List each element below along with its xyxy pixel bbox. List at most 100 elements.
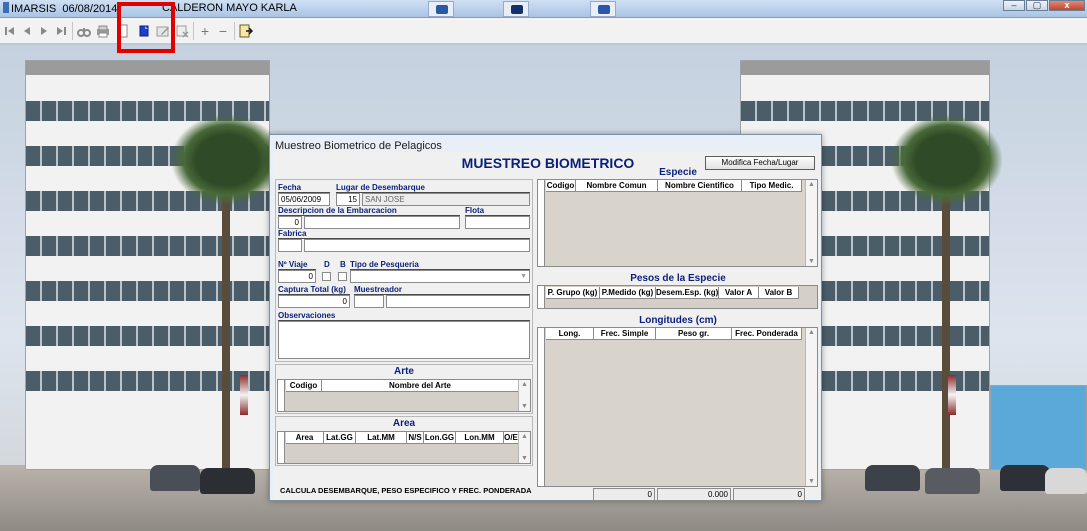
embarcacion-label: Descripcion de la Embarcacion bbox=[278, 206, 460, 216]
arte-col-header: Codigo bbox=[286, 380, 322, 392]
total-frec-simple: 0 bbox=[593, 488, 655, 501]
pesos-title: Pesos de la Especie bbox=[630, 273, 726, 284]
last-record-icon[interactable] bbox=[53, 23, 69, 39]
captura-label: Captura Total (kg) bbox=[278, 285, 350, 295]
total-frec-ponderada: 0 bbox=[733, 488, 805, 501]
area-col-header: Lon.GG bbox=[424, 432, 456, 444]
first-record-icon[interactable] bbox=[2, 23, 18, 39]
car bbox=[1045, 468, 1087, 494]
area-col-header: O/E bbox=[504, 432, 519, 444]
flag bbox=[948, 375, 956, 415]
dropdown-arrow-icon: ▼ bbox=[520, 273, 527, 280]
row-selector bbox=[538, 286, 545, 308]
window-controls: – ▢ x bbox=[1003, 0, 1085, 12]
arte-col-header: Nombre del Arte bbox=[322, 380, 519, 392]
remove-icon[interactable]: − bbox=[215, 23, 231, 39]
fabrica-code-field[interactable] bbox=[278, 239, 302, 252]
car bbox=[925, 468, 980, 494]
area-title: Area bbox=[392, 418, 416, 429]
observaciones-label: Observaciones bbox=[278, 311, 530, 321]
minimize-button[interactable]: – bbox=[1003, 0, 1025, 11]
biometric-dialog: Muestreo Biometrico de Pelagicos MUESTRE… bbox=[269, 134, 822, 501]
especie-col-header: Nombre Cientifico bbox=[658, 180, 742, 192]
arte-title: Arte bbox=[393, 366, 414, 377]
previous-record-icon[interactable] bbox=[19, 23, 35, 39]
fecha-field[interactable]: 05/06/2009 bbox=[278, 193, 330, 206]
arte-grid: Codigo Nombre del Arte ▲ ▼ bbox=[277, 379, 531, 412]
muestreador-code-field[interactable] bbox=[354, 295, 384, 308]
especie-col-header: Codigo bbox=[546, 180, 576, 192]
app-date: 06/08/2014 bbox=[62, 3, 118, 15]
pesqueria-select[interactable]: ▼ bbox=[350, 270, 530, 283]
longitudes-col-header: Frec. Ponderada bbox=[732, 328, 802, 340]
observaciones-textarea[interactable] bbox=[278, 321, 530, 359]
taskbar-app-icon[interactable] bbox=[590, 1, 616, 17]
exit-icon[interactable] bbox=[238, 23, 254, 39]
longitudes-title: Longitudes (cm) bbox=[639, 315, 717, 326]
row-selector bbox=[278, 380, 285, 411]
lugar-name-field[interactable]: SAN JOSE bbox=[362, 193, 530, 206]
binoculars-icon[interactable] bbox=[76, 23, 92, 39]
app-icon bbox=[3, 2, 9, 13]
pesqueria-label: Tipo de Pesqueria bbox=[350, 260, 530, 270]
pesos-col-header: P. Grupo (kg) bbox=[546, 287, 600, 299]
pesos-col-header: Valor B bbox=[759, 287, 799, 299]
user-name: CALDERON MAYO KARLA bbox=[162, 2, 297, 14]
viaje-field[interactable]: 0 bbox=[278, 270, 316, 283]
area-col-header: Lat.MM bbox=[356, 432, 407, 444]
area-col-header: Lon.MM bbox=[456, 432, 504, 444]
maximize-button[interactable]: ▢ bbox=[1026, 0, 1048, 11]
row-selector bbox=[538, 180, 545, 266]
fabrica-name-field[interactable] bbox=[304, 239, 530, 252]
car bbox=[865, 465, 920, 491]
row-selector bbox=[538, 328, 545, 486]
d-checkbox[interactable] bbox=[322, 272, 331, 281]
area-scrollbar[interactable]: ▲ ▼ bbox=[518, 432, 530, 463]
blue-building bbox=[990, 385, 1087, 470]
arte-scrollbar[interactable]: ▲ ▼ bbox=[518, 380, 530, 411]
especie-col-header: Tipo Medic. bbox=[742, 180, 802, 192]
longitudes-col-header: Peso gr. bbox=[656, 328, 732, 340]
close-button[interactable]: x bbox=[1049, 0, 1085, 11]
area-col-header: Lat.GG bbox=[324, 432, 356, 444]
muestreador-label: Muestreador bbox=[354, 285, 530, 295]
muestreador-name-field[interactable] bbox=[386, 295, 530, 308]
especie-col-header: Nombre Comun bbox=[576, 180, 658, 192]
area-grid: Area Lat.GG Lat.MM N/S Lon.GG Lon.MM O/E… bbox=[277, 431, 531, 464]
longitudes-scrollbar[interactable]: ▲ ▼ bbox=[805, 328, 817, 486]
especie-title: Especie bbox=[659, 167, 697, 178]
longitudes-col-header: Long. bbox=[546, 328, 594, 340]
d-label: D bbox=[324, 260, 330, 269]
print-icon[interactable] bbox=[95, 23, 111, 39]
embarcacion-name-field[interactable] bbox=[304, 216, 460, 229]
dialog-body: MUESTREO BIOMETRICO Modifica Fecha/Lugar… bbox=[273, 152, 820, 501]
toolbar-separator bbox=[234, 22, 235, 40]
car bbox=[150, 465, 200, 491]
next-record-icon[interactable] bbox=[36, 23, 52, 39]
b-checkbox[interactable] bbox=[338, 272, 347, 281]
lugar-code-field[interactable]: 15 bbox=[336, 193, 360, 206]
dialog-title: Muestreo Biometrico de Pelagicos bbox=[275, 140, 442, 152]
captura-field[interactable]: 0 bbox=[278, 295, 350, 308]
area-col-header: Area bbox=[286, 432, 324, 444]
taskbar-app-icon[interactable] bbox=[428, 1, 454, 17]
flota-field[interactable] bbox=[465, 216, 530, 229]
delete-document-icon[interactable] bbox=[174, 23, 190, 39]
especie-scrollbar[interactable]: ▲ ▼ bbox=[805, 180, 817, 266]
pesos-col-header: Valor A bbox=[719, 287, 759, 299]
lugar-desembarque-label: Lugar de Desembarque bbox=[336, 183, 530, 193]
taskbar-app-icon[interactable] bbox=[503, 1, 529, 17]
embarcacion-code-field[interactable]: 0 bbox=[278, 216, 302, 229]
calcula-button[interactable]: CALCULA DESEMBARQUE, PESO ESPECIFICO Y F… bbox=[280, 486, 532, 495]
app-title: IMARSIS 06/08/2014 bbox=[3, 2, 117, 15]
add-icon[interactable]: + bbox=[197, 23, 213, 39]
app-name: IMARSIS bbox=[11, 3, 57, 15]
longitudes-grid: Long. Frec. Simple Peso gr. Frec. Ponder… bbox=[537, 327, 818, 487]
car bbox=[200, 468, 255, 494]
flag bbox=[240, 375, 248, 415]
b-label: B bbox=[340, 260, 346, 269]
car bbox=[1000, 465, 1050, 491]
toolbar-separator bbox=[72, 22, 73, 40]
viaje-label: Nº Viaje bbox=[278, 260, 316, 270]
flota-label: Flota bbox=[465, 206, 530, 216]
